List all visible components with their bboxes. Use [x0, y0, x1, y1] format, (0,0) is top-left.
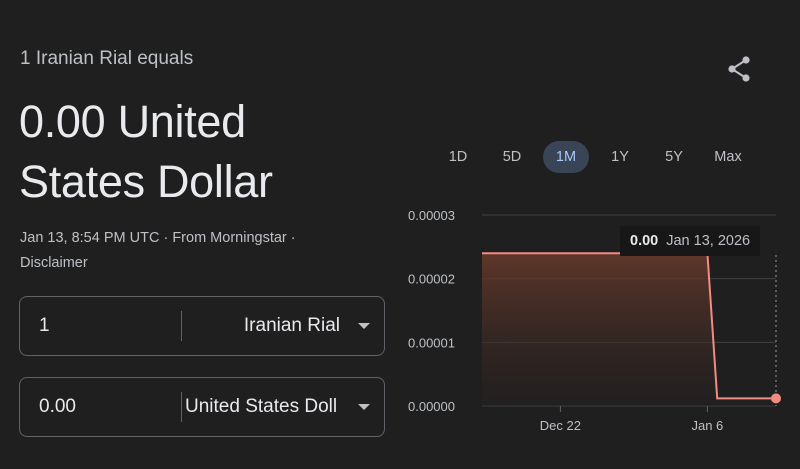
range-tab-1y[interactable]: 1Y: [599, 141, 641, 173]
price-area: [482, 253, 776, 406]
converter-divider: [181, 392, 182, 422]
range-tab-5d[interactable]: 5D: [491, 141, 533, 173]
conversion-result-line1: 0.00 United: [19, 96, 246, 147]
chevron-down-icon[interactable]: [358, 404, 370, 410]
conversion-subtitle: 1 Iranian Rial equals: [20, 48, 194, 69]
range-tab-max[interactable]: Max: [707, 141, 749, 173]
to-currency-select[interactable]: United States Doll: [185, 378, 349, 436]
disclaimer-link[interactable]: Disclaimer: [20, 255, 88, 271]
chart-tooltip: 0.00 Jan 13, 2026: [620, 226, 761, 256]
meta-separator: ·: [290, 230, 296, 246]
range-tab-1m[interactable]: 1M: [543, 141, 589, 173]
conversion-meta: Jan 13, 8:54 PM UTC · From Morningstar ·…: [20, 226, 296, 276]
y-tick-label: 0.00001: [408, 335, 455, 350]
to-amount-input[interactable]: 0.00: [39, 378, 76, 436]
to-converter: 0.00 United States Doll: [19, 377, 385, 437]
tooltip-date: Jan 13, 2026: [666, 233, 751, 249]
from-amount-input[interactable]: 1: [39, 297, 50, 355]
y-tick-label: 0.00003: [408, 208, 455, 223]
tooltip-value: 0.00: [630, 233, 659, 249]
conversion-result-line2: States Dollar: [19, 156, 273, 207]
from-currency-select[interactable]: Iranian Rial: [244, 297, 340, 355]
range-tab-1d[interactable]: 1D: [437, 141, 479, 173]
converter-divider: [181, 311, 182, 341]
chevron-down-icon[interactable]: [358, 323, 370, 329]
from-converter: 1 Iranian Rial: [19, 296, 385, 356]
x-tick-label: Dec 22: [540, 418, 581, 433]
conversion-result: 0.00 United States Dollar: [19, 92, 273, 212]
timestamp: Jan 13, 8:54 PM UTC: [20, 230, 160, 246]
share-icon[interactable]: [724, 54, 754, 84]
y-tick-label: 0.00002: [408, 272, 455, 287]
meta-separator: ·: [163, 230, 169, 246]
hover-point: [771, 393, 781, 404]
range-tab-5y[interactable]: 5Y: [653, 141, 695, 173]
source-label: From Morningstar: [172, 230, 287, 246]
x-tick-label: Jan 6: [691, 418, 723, 433]
y-tick-label: 0.00000: [408, 399, 455, 414]
